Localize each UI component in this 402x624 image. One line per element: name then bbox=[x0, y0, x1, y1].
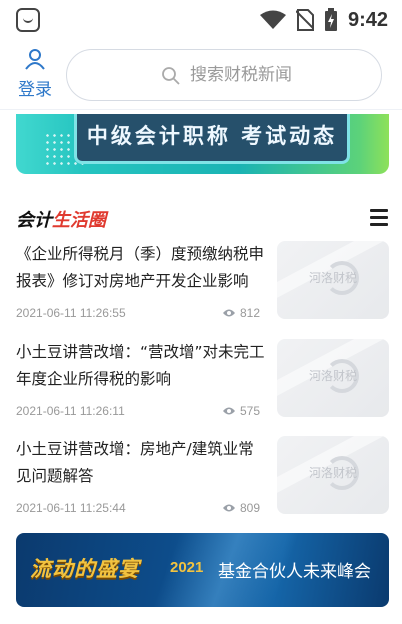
section-title: 会计生活圈 bbox=[16, 206, 388, 232]
login-label: 登录 bbox=[18, 80, 52, 99]
status-icons: 9:42 bbox=[259, 8, 388, 32]
banner-panel: 中级会计职称 考试动态 bbox=[74, 114, 350, 164]
section-header: 会计生活圈 bbox=[16, 206, 388, 232]
banner-summit[interactable]: 流动的盛宴 2021 基金合伙人未来峰会 bbox=[16, 533, 389, 607]
article-view-count: 812 bbox=[239, 306, 260, 320]
article-date: 2021-06-11 11:26:11 bbox=[16, 404, 125, 418]
article-view-count: 809 bbox=[239, 501, 260, 515]
status-bar: 9:42 bbox=[0, 0, 402, 40]
article-item[interactable]: 《企业所得税月（季）度预缴纳税申报表》修订对房地产开发企业影响 2021-06-… bbox=[16, 241, 389, 321]
top-bar: 登录 bbox=[0, 40, 402, 110]
section-title-part2: 生活圈 bbox=[52, 210, 106, 231]
thumbnail-watermark: 河洛财税 bbox=[308, 369, 357, 383]
thumbnail-watermark: 河洛财税 bbox=[308, 271, 357, 285]
eye-icon bbox=[222, 309, 235, 317]
search-input[interactable] bbox=[67, 50, 381, 100]
menu-icon[interactable] bbox=[370, 209, 388, 227]
banner-title: 中级会计职称 考试动态 bbox=[86, 124, 338, 148]
search-icon bbox=[162, 67, 180, 85]
article-meta: 2021-06-11 11:26:11 575 bbox=[16, 404, 260, 422]
article-thumbnail: 河洛财税 bbox=[277, 436, 389, 514]
banner-event-name: 基金合伙人未来峰会 bbox=[218, 562, 371, 582]
status-time: 9:42 bbox=[347, 8, 388, 31]
banner-year: 2021 bbox=[170, 559, 204, 576]
article-item[interactable]: 小土豆讲营改增：“营改增”对未完工年度企业所得税的影响 2021-06-11 1… bbox=[16, 339, 389, 419]
article-title: 《企业所得税月（季）度预缴纳税申报表》修订对房地产开发企业影响 bbox=[16, 245, 265, 290]
banner-slogan: 流动的盛宴 bbox=[30, 557, 140, 581]
eye-icon bbox=[222, 407, 235, 415]
article-thumbnail: 河洛财税 bbox=[277, 241, 389, 319]
article-date: 2021-06-11 11:26:55 bbox=[16, 306, 126, 320]
wifi-icon bbox=[259, 10, 286, 29]
notification-app-icon bbox=[16, 8, 40, 32]
article-thumbnail: 河洛财税 bbox=[277, 339, 389, 417]
login-button[interactable]: 登录 bbox=[12, 48, 58, 102]
article-views: 812 bbox=[222, 306, 260, 320]
article-title: 小土豆讲营改增：“营改增”对未完工年度企业所得税的影响 bbox=[16, 343, 265, 388]
banner-exam-news[interactable]: 中级会计职称 考试动态 bbox=[16, 114, 389, 174]
section-title-part1: 会计 bbox=[16, 210, 52, 231]
no-sim-icon bbox=[295, 9, 314, 31]
article-views: 575 bbox=[222, 404, 260, 418]
article-view-count: 575 bbox=[239, 404, 260, 418]
thumbnail-watermark: 河洛财税 bbox=[308, 466, 357, 480]
eye-icon bbox=[222, 504, 235, 512]
user-icon bbox=[25, 49, 45, 70]
article-meta: 2021-06-11 11:26:55 812 bbox=[16, 306, 260, 324]
article-date: 2021-06-11 11:25:44 bbox=[16, 501, 126, 515]
article-meta: 2021-06-11 11:25:44 809 bbox=[16, 501, 260, 519]
article-views: 809 bbox=[222, 501, 260, 515]
battery-charging-icon bbox=[324, 8, 337, 31]
article-item[interactable]: 小土豆讲营改增：房地产/建筑业常见问题解答 2021-06-11 11:25:4… bbox=[16, 436, 389, 516]
search-box[interactable] bbox=[66, 49, 382, 101]
article-title: 小土豆讲营改增：房地产/建筑业常见问题解答 bbox=[16, 440, 254, 485]
